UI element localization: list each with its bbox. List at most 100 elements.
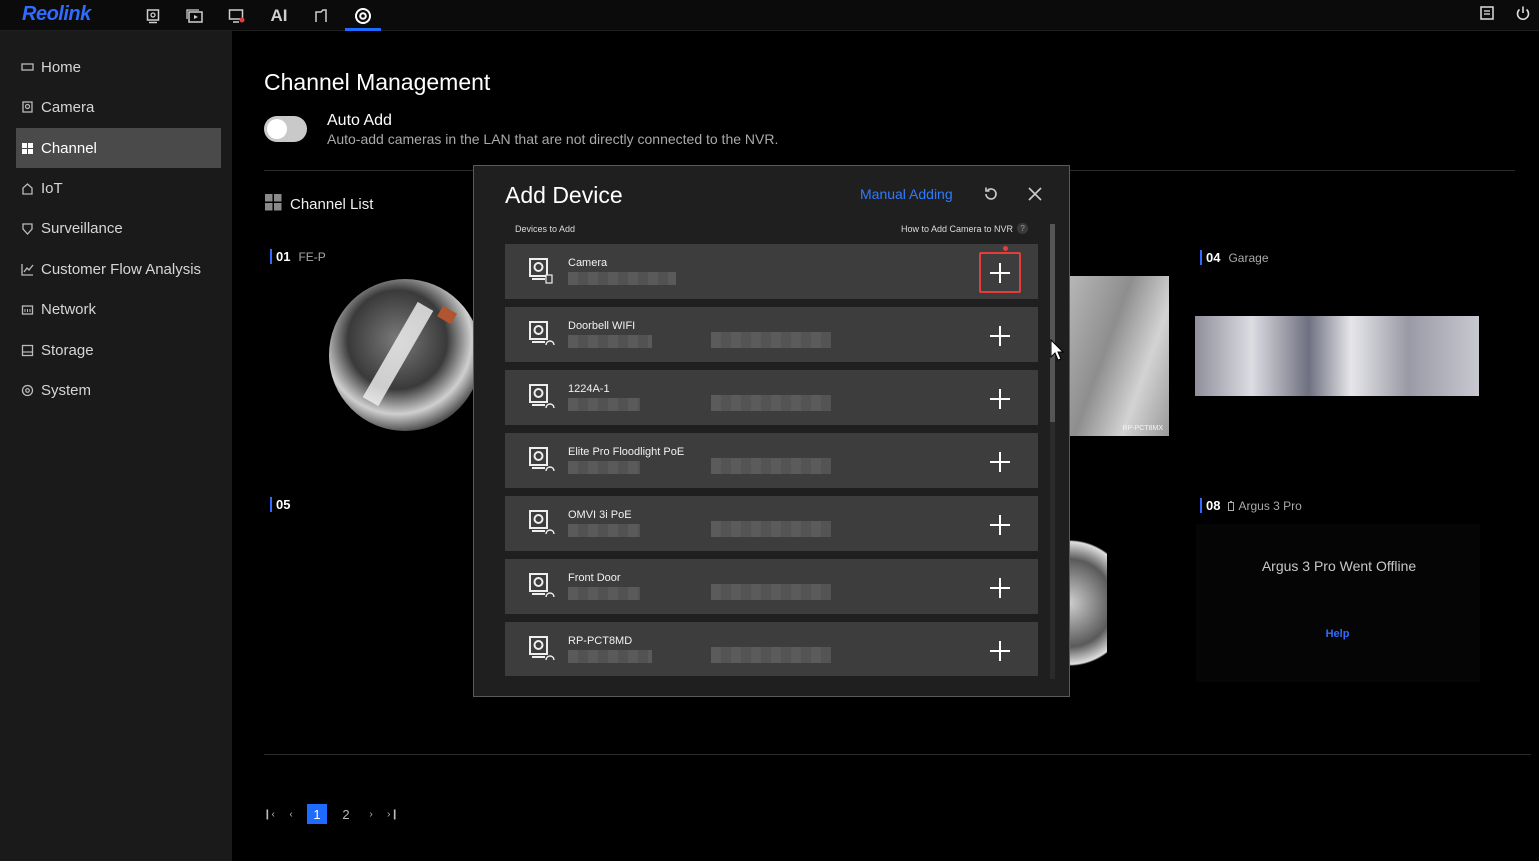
channel-name: FE-P — [298, 249, 326, 264]
camera-overlay-label: RP-PCT8MX — [1122, 425, 1163, 432]
auto-add-toggle[interactable] — [264, 116, 307, 142]
settings-nav-icon[interactable] — [342, 0, 384, 31]
how-to-add-link[interactable]: How to Add Camera to NVR ? — [901, 223, 1029, 234]
device-row: Elite Pro Floodlight PoE — [505, 433, 1038, 488]
device-info-redacted — [568, 650, 652, 663]
sidebar-item-label: Camera — [41, 98, 95, 116]
gear-icon — [20, 383, 34, 397]
alerts-nav-icon[interactable] — [216, 0, 258, 31]
device-row: Front Door — [505, 559, 1038, 614]
sidebar-item-label: Channel — [41, 139, 97, 157]
sidebar-item-home[interactable]: Home — [16, 47, 221, 87]
add-device-button[interactable] — [979, 315, 1021, 356]
sidebar-item-customer-flow[interactable]: Customer Flow Analysis — [16, 249, 221, 289]
sidebar: Home Camera Channel IoT Surveillance Cus… — [0, 31, 232, 861]
add-device-button[interactable] — [979, 504, 1021, 545]
sidebar-item-iot[interactable]: IoT — [16, 168, 221, 208]
page-2-button[interactable]: 2 — [336, 804, 356, 824]
sidebar-item-network[interactable]: Network — [16, 289, 221, 329]
sidebar-item-label: Home — [41, 58, 82, 76]
help-link[interactable]: Help — [1196, 628, 1479, 640]
device-row: RP-PCT8MD — [505, 622, 1038, 676]
help-question-icon: ? — [1017, 223, 1029, 234]
sidebar-item-label: System — [41, 381, 92, 399]
sidebar-item-storage[interactable]: Storage — [16, 330, 221, 370]
top-nav: AI — [132, 0, 384, 31]
ai-nav-item[interactable]: AI — [258, 0, 300, 31]
channel-04-label: 04 Garage — [1200, 250, 1269, 265]
top-right-actions — [1477, 3, 1533, 23]
channel-04-preview[interactable] — [1195, 316, 1479, 396]
add-device-button[interactable] — [979, 378, 1021, 419]
plus-icon — [990, 514, 1010, 535]
camera-device-icon — [526, 571, 556, 601]
page-title: Channel Management — [264, 69, 491, 95]
device-row: Doorbell WIFI — [505, 307, 1038, 362]
device-list-scrollbar[interactable] — [1050, 224, 1055, 679]
sidebar-item-label: Customer Flow Analysis — [41, 260, 202, 278]
plus-icon — [990, 577, 1010, 598]
sidebar-item-label: Storage — [41, 341, 94, 359]
page-1-button[interactable]: 1 — [307, 804, 327, 824]
power-icon[interactable] — [1513, 3, 1533, 23]
sidebar-item-label: Network — [41, 300, 97, 318]
channel-01-preview[interactable] — [329, 279, 481, 431]
channel-07-preview[interactable] — [1069, 524, 1107, 682]
auto-add-title: Auto Add — [327, 112, 392, 129]
device-info-redacted — [711, 332, 831, 348]
add-device-button[interactable] — [979, 567, 1021, 608]
sidebar-item-channel[interactable]: Channel — [16, 128, 221, 168]
prev-page-button[interactable]: ‹ — [285, 804, 297, 824]
camera-device-icon — [526, 382, 556, 412]
close-icon[interactable] — [1026, 185, 1044, 203]
channel-grid-icon — [265, 194, 282, 215]
plus-icon — [990, 640, 1010, 661]
add-device-button[interactable] — [979, 252, 1021, 293]
device-info-redacted — [711, 584, 831, 600]
device-row: Camera — [505, 244, 1038, 299]
sidebar-item-camera[interactable]: Camera — [16, 87, 221, 127]
live-view-nav-icon[interactable] — [132, 0, 174, 31]
channel-number: 05 — [270, 497, 290, 512]
add-device-button[interactable] — [979, 441, 1021, 482]
network-icon — [20, 302, 34, 316]
plus-icon — [990, 325, 1010, 346]
device-row: 1224A-1 — [505, 370, 1038, 425]
plus-icon — [990, 451, 1010, 472]
device-name: OMVI 3i PoE — [568, 509, 632, 521]
first-page-button[interactable]: ❙‹ — [263, 804, 275, 824]
sidebar-item-system[interactable]: System — [16, 370, 221, 410]
device-name: 1224A-1 — [568, 383, 610, 395]
next-page-button[interactable]: › — [365, 804, 377, 824]
playback-nav-icon[interactable] — [174, 0, 216, 31]
refresh-icon[interactable] — [982, 185, 1000, 203]
channel-list-header: Channel List — [265, 194, 373, 215]
toggle-knob — [267, 119, 287, 139]
divider — [264, 754, 1531, 755]
channel-03-preview[interactable]: RP-PCT8MX — [1069, 276, 1169, 436]
files-nav-icon[interactable] — [300, 0, 342, 31]
shield-icon — [20, 221, 34, 235]
device-info-redacted — [711, 458, 831, 474]
channel-name: Garage — [1228, 250, 1269, 265]
scrollbar-thumb[interactable] — [1050, 224, 1055, 422]
messages-icon[interactable] — [1477, 3, 1497, 23]
camera-device-icon — [526, 508, 556, 538]
sidebar-item-label: Surveillance — [41, 219, 123, 237]
home-icon — [20, 181, 34, 195]
device-info-redacted — [568, 335, 652, 348]
reolink-logo: Reolink — [22, 3, 91, 25]
offline-message: Argus 3 Pro Went Offline — [1261, 558, 1417, 574]
channel-name: Argus 3 Pro — [1238, 498, 1302, 513]
sidebar-item-surveillance[interactable]: Surveillance — [16, 208, 221, 248]
camera-device-icon — [526, 256, 556, 286]
channel-08-label: 08 Argus 3 Pro — [1200, 498, 1302, 513]
device-name: Elite Pro Floodlight PoE — [568, 446, 685, 458]
camera-icon — [20, 100, 34, 114]
add-device-button[interactable] — [979, 630, 1021, 671]
channel-08-preview — [1196, 524, 1480, 682]
monitor-icon — [20, 60, 34, 74]
battery-icon — [1228, 500, 1235, 511]
manual-adding-link[interactable]: Manual Adding — [860, 186, 953, 202]
last-page-button[interactable]: ›❙ — [387, 804, 399, 824]
